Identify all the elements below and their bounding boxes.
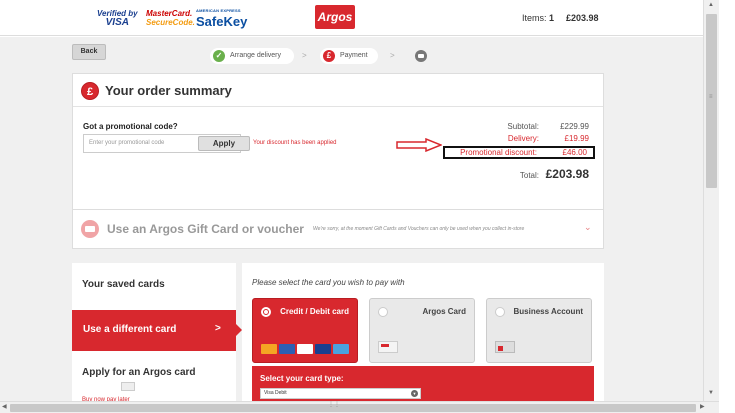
items-label: Items: xyxy=(522,13,547,23)
card-type-value: Visa Debit xyxy=(264,390,287,396)
apply-argos-card[interactable]: Apply for an Argos card Buy now pay late… xyxy=(72,357,236,403)
step-payment: £ Payment xyxy=(320,48,378,64)
amex-safekey-logo: AMERICAN EXPRESS SafeKey xyxy=(196,8,247,31)
amex-icon xyxy=(333,344,349,354)
vertical-scroll-thumb[interactable] xyxy=(706,14,717,188)
argos-logo[interactable]: Argos xyxy=(315,5,355,29)
basket-items[interactable]: Items: 1 xyxy=(522,13,554,23)
mastercard-icon xyxy=(261,344,277,354)
saved-cards-title[interactable]: Your saved cards xyxy=(82,279,165,290)
argos-card-icon xyxy=(121,382,135,391)
card-selection-panel: Please select the card you wish to pay w… xyxy=(242,263,604,401)
basket-total: £203.98 xyxy=(566,13,599,23)
card-select-prompt: Please select the card you wish to pay w… xyxy=(252,278,405,287)
checkout-page: Back ✓ Arrange delivery > £ Payment > £ … xyxy=(0,37,703,403)
arrow-right-icon xyxy=(396,138,442,152)
check-icon: ✓ xyxy=(213,50,225,62)
card-option-business[interactable]: Business Account xyxy=(486,298,592,363)
mc-line1: MasterCard. xyxy=(146,9,193,18)
order-summary-header: £ Your order summary xyxy=(73,74,603,107)
site-header: Verified by VISA MasterCard. SecureCode.… xyxy=(0,0,703,36)
card-logos xyxy=(261,341,351,354)
horizontal-scroll-thumb[interactable] xyxy=(10,401,696,412)
visa-debit-icon xyxy=(315,344,331,354)
horizontal-scrollbar[interactable]: ◀ ▶ xyxy=(0,401,719,413)
use-different-card-button[interactable]: Use a different card > xyxy=(72,310,242,351)
items-count: 1 xyxy=(549,13,555,23)
radio-selected[interactable] xyxy=(261,307,271,317)
back-button[interactable]: Back xyxy=(72,44,106,60)
radio-unselected[interactable] xyxy=(495,307,505,317)
chevron-down-icon[interactable]: ⌄ xyxy=(584,222,592,233)
subtotal-row: Subtotal: £229.99 xyxy=(443,122,595,134)
card-option-credit-debit[interactable]: Credit / Debit card xyxy=(252,298,358,363)
scroll-up-icon[interactable]: ▲ xyxy=(708,2,714,8)
pound-icon: £ xyxy=(81,82,99,100)
card-option-argos[interactable]: Argos Card xyxy=(369,298,475,363)
subtotal-label: Subtotal: xyxy=(507,122,539,131)
step-label: Payment xyxy=(340,52,368,59)
step-label: Arrange delivery xyxy=(230,52,281,59)
promo-code-label: Got a promotional code? xyxy=(83,122,178,131)
gift-card-note: We're sorry, at the moment Gift Cards an… xyxy=(313,226,525,232)
gift-card-title: Use an Argos Gift Card or voucher xyxy=(107,222,304,236)
promo-placeholder: Enter your promotional code xyxy=(89,140,165,146)
card-option-label: Business Account xyxy=(513,307,584,316)
card-type-bar: Select your card type: Visa Debit ▼ xyxy=(252,366,594,401)
scroll-down-icon[interactable]: ▼ xyxy=(708,390,714,396)
total-row: Total: £203.98 xyxy=(443,167,595,183)
delivery-row: Delivery: £19.99 xyxy=(443,134,595,146)
gift-card-icon xyxy=(81,220,99,238)
card-type-select[interactable]: Visa Debit ▼ xyxy=(260,388,421,399)
promo-discount-value: £46.00 xyxy=(562,148,587,157)
amex-small-text: AMERICAN EXPRESS xyxy=(196,8,241,13)
order-summary-title: Your order summary xyxy=(105,83,232,98)
vertical-scrollbar[interactable]: ▲ ▼ xyxy=(703,0,719,401)
apply-button[interactable]: Apply xyxy=(198,136,250,151)
argos-card-icon xyxy=(378,341,398,353)
chevron-right-icon: > xyxy=(215,323,221,334)
delivery-label: Delivery: xyxy=(507,134,539,143)
mc-line2: SecureCode. xyxy=(146,18,195,27)
pound-icon: £ xyxy=(323,50,335,62)
promo-code-input[interactable]: Enter your promotional code Apply xyxy=(83,134,250,153)
chevron-down-icon: ▼ xyxy=(411,390,418,397)
confirmation-icon xyxy=(415,50,427,62)
checkout-steps: ✓ Arrange delivery > £ Payment > xyxy=(210,48,450,64)
card-option-label: Credit / Debit card xyxy=(280,307,349,316)
safekey-text: SafeKey xyxy=(196,14,248,29)
delivery-value: £19.99 xyxy=(564,134,589,143)
maestro-icon xyxy=(279,344,295,354)
mastercard-securecode-logo: MasterCard. SecureCode. xyxy=(146,9,195,27)
step-arrow-icon: > xyxy=(302,51,307,60)
window-edge xyxy=(719,0,735,413)
saved-cards-panel: Your saved cards Use a different card > … xyxy=(72,263,242,403)
order-summary: £ Your order summary Got a promotional c… xyxy=(72,73,604,231)
apply-argos-title: Apply for an Argos card xyxy=(82,367,196,378)
gift-card-section[interactable]: Use an Argos Gift Card or voucher We're … xyxy=(72,209,604,249)
step-arrow-icon: > xyxy=(390,51,395,60)
subtotal-value: £229.99 xyxy=(560,122,589,131)
business-card-icon xyxy=(495,341,515,353)
card-type-label: Select your card type: xyxy=(260,374,344,383)
radio-unselected[interactable] xyxy=(378,307,388,317)
step-arrange-delivery[interactable]: ✓ Arrange delivery xyxy=(210,48,294,64)
promo-discount-label: Promotional discount: xyxy=(460,148,537,157)
card-option-label: Argos Card xyxy=(422,307,466,316)
verified-by-visa-logo: Verified by VISA xyxy=(97,9,138,28)
promo-discount-row: Promotional discount: £46.00 xyxy=(443,146,595,159)
scroll-right-icon[interactable]: ▶ xyxy=(700,403,705,410)
scroll-left-icon[interactable]: ◀ xyxy=(2,403,7,410)
use-different-card-label: Use a different card xyxy=(83,324,177,335)
vbv-line2: VISA xyxy=(105,17,129,28)
visa-icon xyxy=(297,344,313,354)
total-label: Total: xyxy=(519,171,539,180)
order-totals: Subtotal: £229.99 Delivery: £19.99 Promo… xyxy=(443,122,595,183)
total-value: £203.98 xyxy=(545,167,589,181)
discount-applied-message: Your discount has been applied xyxy=(253,140,337,146)
